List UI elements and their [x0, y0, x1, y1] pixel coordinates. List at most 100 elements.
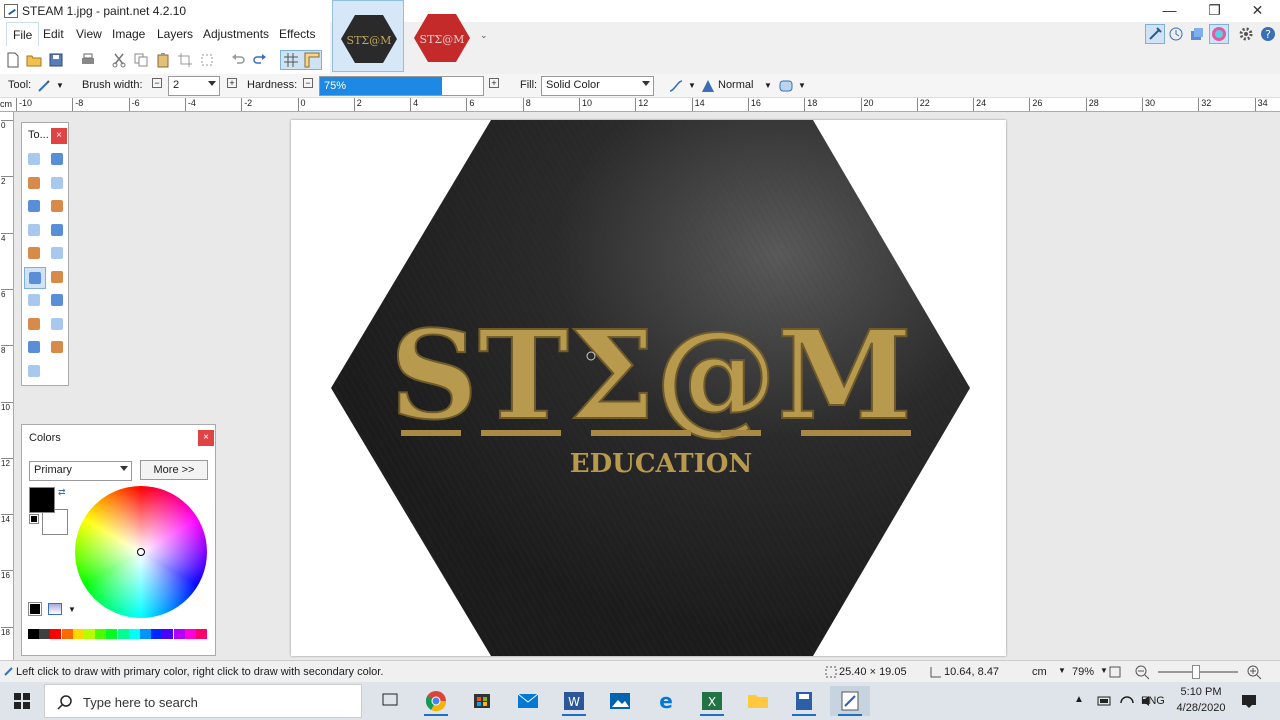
task-view-button[interactable] [370, 686, 410, 716]
save-icon[interactable] [48, 52, 64, 68]
paint-bucket-tool[interactable] [24, 243, 46, 265]
tray-chevron-icon[interactable]: ▲ [1074, 694, 1084, 705]
file-explorer-taskbar-button[interactable] [738, 686, 778, 716]
cut-icon[interactable] [111, 52, 127, 68]
help-icon[interactable]: ? [1260, 26, 1276, 42]
swap-colors-icon[interactable]: ⇄ [58, 487, 66, 498]
magic-wand-tool[interactable] [24, 220, 46, 242]
blend-mode-dropdown-icon[interactable]: ▼ [764, 81, 772, 90]
paintnet-taskbar-button[interactable] [830, 686, 870, 716]
clone-stamp-tool[interactable] [24, 314, 46, 336]
minimize-button[interactable]: — [1147, 0, 1192, 22]
colors-panel-close-button[interactable]: × [198, 430, 214, 446]
menu-image[interactable]: Image [112, 27, 145, 41]
palette-swatch[interactable] [39, 629, 51, 639]
selection-mode-dropdown-icon[interactable]: ▼ [798, 81, 806, 90]
battery-icon[interactable] [1096, 693, 1114, 709]
undo-icon[interactable] [230, 52, 246, 68]
rectangle-select-tool[interactable] [24, 149, 46, 171]
line-curve-tool[interactable] [47, 337, 69, 359]
redo-icon[interactable] [252, 52, 268, 68]
palette-swatch[interactable] [184, 629, 196, 639]
paintbrush-tool-icon[interactable] [36, 78, 52, 94]
chrome-taskbar-button[interactable] [416, 686, 456, 716]
units-selector[interactable]: cm [1032, 666, 1047, 678]
add-color-icon[interactable] [28, 602, 42, 616]
recolor-tool[interactable] [47, 314, 69, 336]
zoom-value[interactable]: 79% [1072, 666, 1094, 678]
history-icon[interactable] [1168, 26, 1184, 42]
paste-icon[interactable] [155, 52, 171, 68]
paintbrush-tool[interactable] [24, 266, 46, 289]
shapes-tool[interactable] [24, 361, 46, 383]
text-tool[interactable] [24, 337, 46, 359]
deselect-icon[interactable] [199, 52, 215, 68]
zoom-slider[interactable] [1158, 665, 1238, 679]
pan-tool[interactable] [47, 220, 69, 242]
print-icon[interactable] [80, 52, 96, 68]
menu-edit[interactable]: Edit [43, 27, 64, 41]
clock-time[interactable]: 5:10 PM [1176, 686, 1226, 698]
zoom-in-icon[interactable] [1246, 664, 1262, 680]
units-dropdown-icon[interactable]: ▼ [1058, 666, 1066, 675]
menu-file[interactable]: File [6, 22, 40, 46]
store-taskbar-button[interactable] [462, 686, 502, 716]
fill-combo[interactable]: Solid Color [541, 76, 654, 96]
windows-start-icon[interactable] [14, 693, 30, 709]
eraser-tool[interactable] [47, 267, 69, 289]
menu-view[interactable]: View [76, 27, 102, 41]
restore-button[interactable]: ❐ [1192, 0, 1237, 22]
lasso-select-tool[interactable] [24, 173, 46, 195]
menu-layers[interactable]: Layers [157, 27, 193, 41]
palette-swatch[interactable] [140, 629, 151, 639]
palette-swatch[interactable] [162, 629, 174, 639]
language-indicator[interactable]: ENG [1141, 695, 1165, 707]
palette-swatch[interactable] [117, 629, 129, 639]
color-picker-tool[interactable] [47, 290, 69, 312]
close-button[interactable]: ✕ [1235, 0, 1280, 22]
rulers-icon[interactable] [304, 52, 320, 68]
mail-taskbar-button[interactable] [508, 686, 548, 716]
photos-taskbar-button[interactable] [600, 686, 640, 716]
move-selection-tool[interactable] [47, 149, 69, 171]
gradient-tool[interactable] [47, 243, 69, 265]
color-wheel[interactable] [75, 486, 207, 618]
zoom-out-icon[interactable] [1134, 664, 1150, 680]
zoom-to-window-icon[interactable] [1107, 664, 1123, 680]
app-taskbar-button[interactable] [784, 686, 824, 716]
colors-window-toggle[interactable] [1209, 24, 1229, 44]
copy-icon[interactable] [133, 52, 149, 68]
antialiasing-icon[interactable] [668, 78, 684, 94]
ellipse-select-tool[interactable] [24, 196, 46, 218]
pencil-tool[interactable] [24, 290, 46, 312]
tools-window-toggle[interactable] [1145, 24, 1165, 44]
zoom-tool[interactable] [47, 196, 69, 218]
palette-swatch[interactable] [151, 629, 163, 639]
brush-width-decrease-button[interactable]: − [152, 78, 162, 88]
tool-dropdown-icon[interactable]: ▼ [56, 81, 64, 90]
tools-panel-close-button[interactable]: × [51, 128, 67, 144]
network-icon[interactable] [1118, 693, 1136, 709]
hardness-increase-button[interactable]: + [489, 78, 499, 88]
brush-width-increase-button[interactable]: + [227, 78, 237, 88]
palette-dropdown-icon[interactable]: ▼ [68, 605, 76, 614]
palette-swatch[interactable] [50, 629, 62, 639]
settings-gear-icon[interactable] [1238, 26, 1254, 42]
crop-icon[interactable] [177, 52, 193, 68]
search-box[interactable]: Type here to search [44, 684, 362, 718]
palette-menu-icon[interactable] [48, 603, 62, 615]
zoom-slider-thumb[interactable] [1192, 665, 1200, 679]
hardness-slider[interactable]: 75% [319, 76, 484, 96]
more-colors-button[interactable]: More >> [140, 460, 208, 480]
palette-swatch[interactable] [196, 629, 207, 639]
new-icon[interactable] [5, 52, 21, 68]
primary-color-swatch[interactable] [29, 487, 55, 513]
reset-colors-icon[interactable] [29, 514, 39, 524]
excel-taskbar-button[interactable]: X [692, 686, 732, 716]
palette-swatch[interactable] [61, 629, 73, 639]
palette-swatch[interactable] [95, 629, 107, 639]
color-mode-combo[interactable]: Primary [29, 461, 132, 481]
palette-swatch[interactable] [84, 629, 95, 639]
tabs-dropdown-icon[interactable]: ⌄ [480, 30, 488, 41]
brush-width-combo[interactable]: 2 [168, 76, 220, 96]
